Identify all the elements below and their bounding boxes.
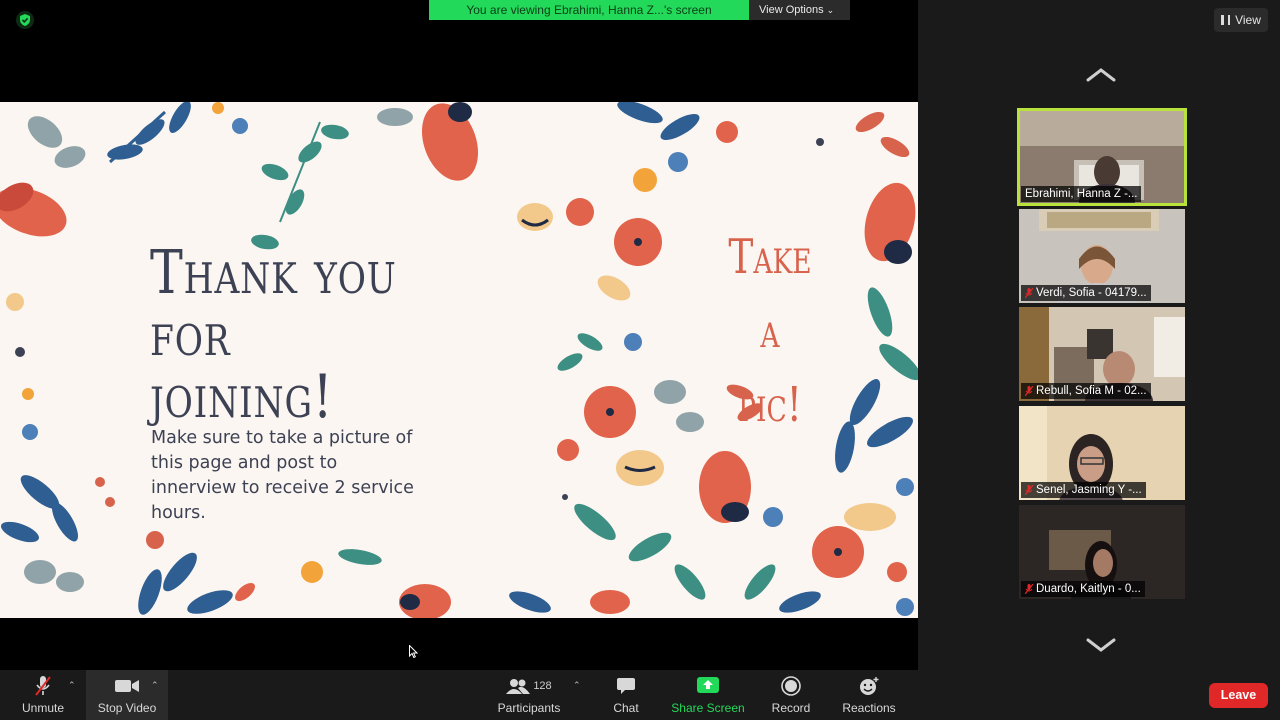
- participant-name: Verdi, Sofia - 04179...: [1036, 287, 1147, 299]
- slide-side-callout: Take a pic!: [719, 220, 820, 442]
- shared-screen-slide: Thank you for joining! Make sure to take…: [0, 102, 918, 618]
- participant-tile[interactable]: Rebull, Sofia M - 02...: [1019, 307, 1185, 401]
- video-camera-icon: [114, 675, 140, 697]
- share-screen-label: Share Screen: [671, 701, 745, 715]
- reactions-label: Reactions: [842, 701, 896, 715]
- unmute-label: Unmute: [21, 701, 65, 715]
- participant-tile[interactable]: Ebrahimi, Hanna Z -...: [1017, 108, 1187, 206]
- stop-video-button[interactable]: Stop Video: [86, 670, 168, 720]
- participant-name: Duardo, Kaitlyn - 0...: [1036, 583, 1141, 595]
- video-options-caret-icon[interactable]: ⌃: [151, 680, 159, 691]
- reactions-button[interactable]: Reactions: [840, 670, 898, 720]
- meeting-toolbar: Unmute ⌃ Stop Video ⌃ 128 Participants ⌃…: [0, 670, 1280, 720]
- view-button[interactable]: View: [1214, 8, 1268, 32]
- scroll-up-arrow-icon[interactable]: [1085, 66, 1117, 84]
- muted-mic-icon: [1025, 288, 1033, 298]
- participants-icon: 128: [506, 675, 552, 697]
- unmute-button[interactable]: Unmute: [14, 670, 72, 720]
- participant-tile[interactable]: Duardo, Kaitlyn - 0...: [1019, 505, 1185, 599]
- share-screen-button[interactable]: Share Screen: [670, 670, 746, 720]
- participants-options-caret-icon[interactable]: ⌃: [573, 680, 581, 691]
- mouse-cursor-icon: [409, 645, 418, 658]
- participant-name: Rebull, Sofia M - 02...: [1036, 385, 1147, 397]
- stop-video-label: Stop Video: [97, 701, 157, 715]
- participant-gallery: View Ebrahimi, Hanna Z -... Verdi, Sofia…: [918, 0, 1280, 670]
- record-icon: [781, 675, 801, 697]
- participant-name-tag: Rebull, Sofia M - 02...: [1021, 383, 1151, 399]
- view-button-label: View: [1235, 13, 1261, 27]
- participant-tile[interactable]: Verdi, Sofia - 04179...: [1019, 209, 1185, 303]
- muted-mic-icon: [1025, 386, 1033, 396]
- participants-count: 128: [533, 680, 552, 692]
- chat-button[interactable]: Chat: [604, 670, 648, 720]
- participant-name: Senel, Jasming Y -...: [1036, 484, 1142, 496]
- participant-name: Ebrahimi, Hanna Z -...: [1025, 188, 1138, 200]
- leave-button[interactable]: Leave: [1209, 683, 1268, 708]
- slide-side-line1: Take a: [728, 229, 812, 359]
- audio-options-caret-icon[interactable]: ⌃: [68, 680, 76, 691]
- muted-mic-icon: [1025, 584, 1033, 594]
- reactions-smiley-icon: [858, 675, 880, 697]
- view-options-button[interactable]: View Options ⌄: [749, 0, 850, 20]
- participant-tile[interactable]: Senel, Jasming Y -...: [1019, 406, 1185, 500]
- participant-name-tag: Senel, Jasming Y -...: [1021, 482, 1146, 498]
- chevron-down-icon: ⌄: [826, 5, 835, 15]
- viewing-screen-banner: You are viewing Ebrahimi, Hanna Z...'s s…: [429, 0, 749, 20]
- viewing-banner-text: You are viewing Ebrahimi, Hanna Z...'s s…: [466, 3, 712, 17]
- slide-side-line2: pic!: [738, 377, 802, 433]
- muted-microphone-icon: [33, 675, 53, 697]
- slide-title-line1: Thank you for: [150, 238, 397, 370]
- participants-button[interactable]: 128 Participants: [493, 670, 565, 720]
- security-shield-icon[interactable]: [16, 11, 34, 29]
- view-options-label: View Options: [759, 4, 824, 16]
- scroll-down-arrow-icon[interactable]: [1085, 636, 1117, 654]
- chat-bubble-icon: [616, 675, 636, 697]
- slide-title: Thank you for joining!: [150, 242, 429, 428]
- participant-name-tag: Ebrahimi, Hanna Z -...: [1021, 186, 1142, 202]
- gallery-view-icon: [1221, 15, 1231, 25]
- muted-mic-icon: [1025, 485, 1033, 495]
- record-button[interactable]: Record: [767, 670, 815, 720]
- participants-label: Participants: [497, 701, 561, 715]
- share-screen-icon: [697, 675, 719, 697]
- slide-body-text: Make sure to take a picture of this page…: [151, 428, 414, 523]
- slide-title-line2: joining!: [150, 362, 334, 432]
- participant-name-tag: Verdi, Sofia - 04179...: [1021, 285, 1151, 301]
- chat-label: Chat: [613, 701, 639, 715]
- record-label: Record: [771, 701, 811, 715]
- participant-name-tag: Duardo, Kaitlyn - 0...: [1021, 581, 1145, 597]
